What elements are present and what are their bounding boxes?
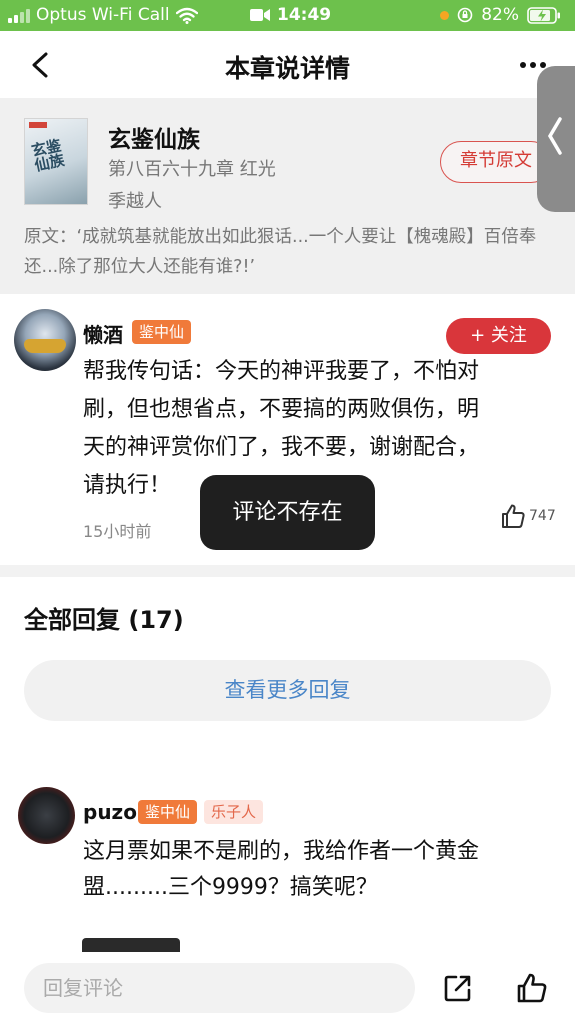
comment-username[interactable]: 懒酒 xyxy=(83,319,123,348)
orange-dot-indicator xyxy=(440,10,450,20)
bottom-bar xyxy=(0,952,575,1024)
clock: 14:49 xyxy=(277,5,332,25)
book-author: 季越人 xyxy=(108,191,162,212)
reply-text: 这月票如果不是刷的，我给作者一个黄金盟.........三个9999？搞笑呢？ xyxy=(83,839,480,900)
thumbs-up-icon xyxy=(502,504,525,528)
chevron-left-icon xyxy=(547,117,562,155)
chapter-original-button[interactable]: 章节原文 xyxy=(440,141,552,183)
thumbs-up-icon[interactable] xyxy=(516,972,548,1004)
follow-button[interactable]: + 关注 xyxy=(446,318,551,354)
comment-time: 15小时前 xyxy=(83,522,152,541)
wifi-icon xyxy=(175,7,198,24)
book-chapter: 第八百六十九章 红光 xyxy=(108,159,276,180)
share-icon[interactable] xyxy=(442,972,474,1004)
toast-message: 评论不存在 xyxy=(200,475,375,550)
avatar[interactable] xyxy=(14,309,76,371)
more-dots-icon[interactable] xyxy=(519,61,547,69)
title-badge: 乐子人 xyxy=(204,800,264,824)
reply-image-thumbnail[interactable] xyxy=(82,938,180,952)
book-card: 玄鉴 仙族 玄鉴仙族 第八百六十九章 红光 季越人 章节原文 原文：‘成就筑基就能… xyxy=(0,98,575,294)
battery-charging-icon xyxy=(527,6,560,24)
original-quote: 原文：‘成就筑基就能放出如此狠话...一个人要让【槐魂殿】百倍奉还...除了那位… xyxy=(24,227,537,277)
replies-title: 全部回复 (17) xyxy=(24,606,184,634)
side-panel-handle[interactable] xyxy=(537,66,575,212)
signal-icon xyxy=(8,7,30,23)
battery-percent: 82% xyxy=(481,5,519,25)
avatar[interactable] xyxy=(18,787,75,844)
status-bar: Optus Wi-Fi Call 14:49 82% xyxy=(0,0,575,31)
reply-input[interactable] xyxy=(24,963,415,1013)
book-title[interactable]: 玄鉴仙族 xyxy=(108,120,200,154)
carrier-label: Optus Wi-Fi Call xyxy=(36,5,170,25)
level-badge: 鉴中仙 xyxy=(132,320,192,344)
book-cover[interactable]: 玄鉴 仙族 xyxy=(24,118,88,205)
cover-title-art: 玄鉴 仙族 xyxy=(29,136,67,175)
view-more-replies-button[interactable]: 查看更多回复 xyxy=(24,660,551,721)
nav-bar: 本章说详情 xyxy=(0,31,575,98)
section-divider xyxy=(0,565,575,577)
video-camera-icon xyxy=(250,9,270,21)
page-title: 本章说详情 xyxy=(224,54,350,83)
rotation-lock-icon xyxy=(457,7,473,23)
cover-band xyxy=(29,122,47,128)
comment-like-button[interactable]: 747 xyxy=(500,503,556,529)
level-badge: 鉴中仙 xyxy=(138,800,198,824)
like-count: 747 xyxy=(529,508,556,524)
reply-username[interactable]: puzo xyxy=(83,800,137,824)
